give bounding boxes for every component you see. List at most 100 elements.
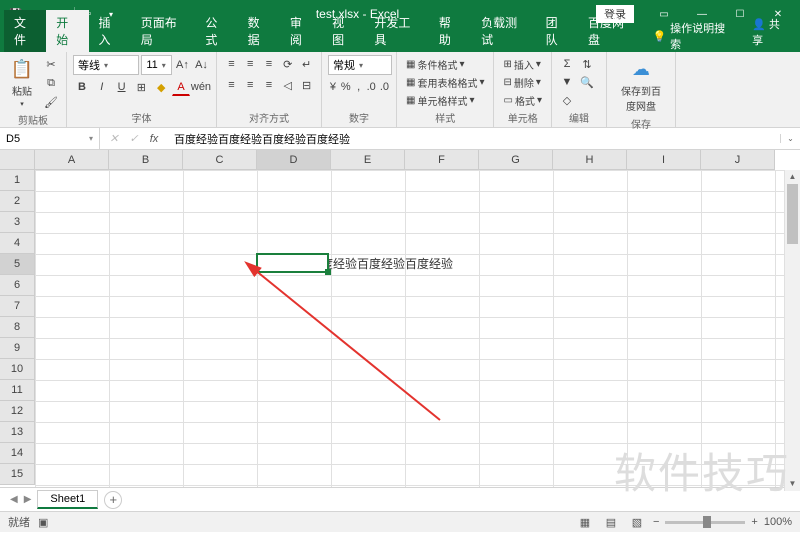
row-header-4[interactable]: 4 [0, 233, 35, 254]
share-button[interactable]: 👤 共享 [740, 12, 800, 52]
zoom-level[interactable]: 100% [764, 516, 792, 528]
row-header-14[interactable]: 14 [0, 443, 35, 464]
selected-cell[interactable] [256, 253, 329, 273]
clear-icon[interactable]: ◇ [558, 91, 576, 109]
col-header-J[interactable]: J [701, 150, 775, 170]
fill-handle[interactable] [325, 269, 331, 275]
tab-formulas[interactable]: 公式 [195, 10, 237, 52]
insert-cells-button[interactable]: ⊞插入 ▾ [500, 55, 544, 73]
tab-layout[interactable]: 页面布局 [131, 10, 196, 52]
wrap-icon[interactable]: ↵ [298, 55, 315, 73]
row-header-6[interactable]: 6 [0, 275, 35, 296]
currency-icon[interactable]: ¥ [328, 78, 338, 96]
row-header-7[interactable]: 7 [0, 296, 35, 317]
enter-fx-icon[interactable]: ✓ [126, 132, 142, 145]
tab-home[interactable]: 开始 [46, 10, 88, 52]
fill-color-icon[interactable]: ◆ [152, 78, 170, 96]
zoom-out-icon[interactable]: − [653, 516, 659, 528]
row-header-1[interactable]: 1 [0, 170, 35, 191]
zoom-slider[interactable] [665, 521, 745, 524]
fill-icon[interactable]: ▼ [558, 73, 576, 91]
font-size-combo[interactable]: 11▾ [141, 55, 172, 75]
expand-formula-icon[interactable]: ⌄ [780, 134, 800, 143]
grow-font-icon[interactable]: A↑ [174, 56, 191, 74]
row-header-5[interactable]: 5 [0, 254, 35, 275]
col-header-B[interactable]: B [109, 150, 183, 170]
table-format-button[interactable]: ▦套用表格格式 ▾ [403, 73, 487, 91]
view-layout-icon[interactable]: ▤ [601, 514, 621, 530]
format-cells-button[interactable]: ▭格式 ▾ [500, 91, 544, 109]
align-middle-icon[interactable]: ≡ [242, 55, 259, 73]
bold-icon[interactable]: B [73, 78, 91, 96]
tell-me-search[interactable]: 💡 操作说明搜索 [642, 20, 740, 52]
border-icon[interactable]: ⊞ [132, 78, 150, 96]
tab-nav-next-icon[interactable]: ▶ [24, 494, 32, 505]
zoom-in-icon[interactable]: + [751, 516, 757, 528]
name-box[interactable]: D5 ▾ [0, 128, 100, 149]
row-header-13[interactable]: 13 [0, 422, 35, 443]
col-header-A[interactable]: A [35, 150, 109, 170]
sort-icon[interactable]: ⇅ [578, 55, 596, 73]
tab-dev[interactable]: 开发工具 [364, 10, 429, 52]
col-header-E[interactable]: E [331, 150, 405, 170]
percent-icon[interactable]: % [340, 78, 352, 96]
row-header-10[interactable]: 10 [0, 359, 35, 380]
comma-icon[interactable]: , [354, 78, 364, 96]
cond-format-button[interactable]: ▦条件格式 ▾ [403, 55, 487, 73]
tab-insert[interactable]: 插入 [89, 10, 131, 52]
cut-icon[interactable]: ✂ [42, 55, 60, 73]
select-all-corner[interactable] [0, 150, 35, 170]
row-header-15[interactable]: 15 [0, 464, 35, 485]
dec-decimal-icon[interactable]: .0 [379, 78, 390, 96]
cancel-fx-icon[interactable]: ✕ [106, 132, 122, 145]
shrink-font-icon[interactable]: A↓ [193, 56, 210, 74]
add-sheet-button[interactable]: + [104, 491, 122, 509]
view-normal-icon[interactable]: ▦ [575, 514, 595, 530]
italic-icon[interactable]: I [93, 78, 111, 96]
row-header-2[interactable]: 2 [0, 191, 35, 212]
format-painter-icon[interactable]: 🖌 [42, 93, 60, 111]
align-top-icon[interactable]: ≡ [223, 55, 240, 73]
scroll-up-icon[interactable]: ▲ [785, 170, 800, 184]
col-header-D[interactable]: D [257, 150, 331, 170]
zoom-thumb[interactable] [703, 516, 711, 528]
align-bottom-icon[interactable]: ≡ [261, 55, 278, 73]
col-header-I[interactable]: I [627, 150, 701, 170]
tab-baidu[interactable]: 百度网盘 [578, 10, 643, 52]
tab-help[interactable]: 帮助 [429, 10, 471, 52]
tab-data[interactable]: 数据 [238, 10, 280, 52]
save-baidu-button[interactable]: ☁ 保存到百度网盘 [613, 55, 669, 115]
row-header-9[interactable]: 9 [0, 338, 35, 359]
row-header-3[interactable]: 3 [0, 212, 35, 233]
indent-dec-icon[interactable]: ◁ [279, 76, 296, 94]
tab-load[interactable]: 负载测试 [471, 10, 536, 52]
underline-icon[interactable]: U [113, 78, 131, 96]
align-left-icon[interactable]: ≡ [223, 76, 240, 94]
copy-icon[interactable]: ⧉ [42, 74, 60, 92]
row-header-11[interactable]: 11 [0, 380, 35, 401]
macro-record-icon[interactable]: ▣ [38, 516, 48, 529]
vertical-scrollbar[interactable]: ▲ ▼ [784, 170, 800, 491]
formula-bar[interactable]: 百度经验百度经验百度经验百度经验 [168, 128, 780, 149]
col-header-H[interactable]: H [553, 150, 627, 170]
font-name-combo[interactable]: 等线▾ [73, 55, 139, 75]
fx-icon[interactable]: fx [146, 133, 162, 145]
scroll-thumb[interactable] [787, 184, 798, 244]
row-header-8[interactable]: 8 [0, 317, 35, 338]
inc-decimal-icon[interactable]: .0 [366, 78, 377, 96]
tab-nav-prev-icon[interactable]: ◀ [10, 494, 18, 505]
merge-icon[interactable]: ⊟ [298, 76, 315, 94]
find-icon[interactable]: 🔍 [578, 73, 596, 91]
orientation-icon[interactable]: ⟳ [279, 55, 296, 73]
col-header-C[interactable]: C [183, 150, 257, 170]
align-center-icon[interactable]: ≡ [242, 76, 259, 94]
autosum-icon[interactable]: Σ [558, 55, 576, 73]
delete-cells-button[interactable]: ⊟删除 ▾ [500, 73, 544, 91]
align-right-icon[interactable]: ≡ [261, 76, 278, 94]
col-header-F[interactable]: F [405, 150, 479, 170]
sheet-tab-1[interactable]: Sheet1 [37, 490, 98, 509]
paste-button[interactable]: 📋 粘贴 ▾ [6, 55, 38, 111]
tab-team[interactable]: 团队 [536, 10, 578, 52]
scroll-down-icon[interactable]: ▼ [785, 477, 800, 491]
tab-file[interactable]: 文件 [4, 10, 46, 52]
